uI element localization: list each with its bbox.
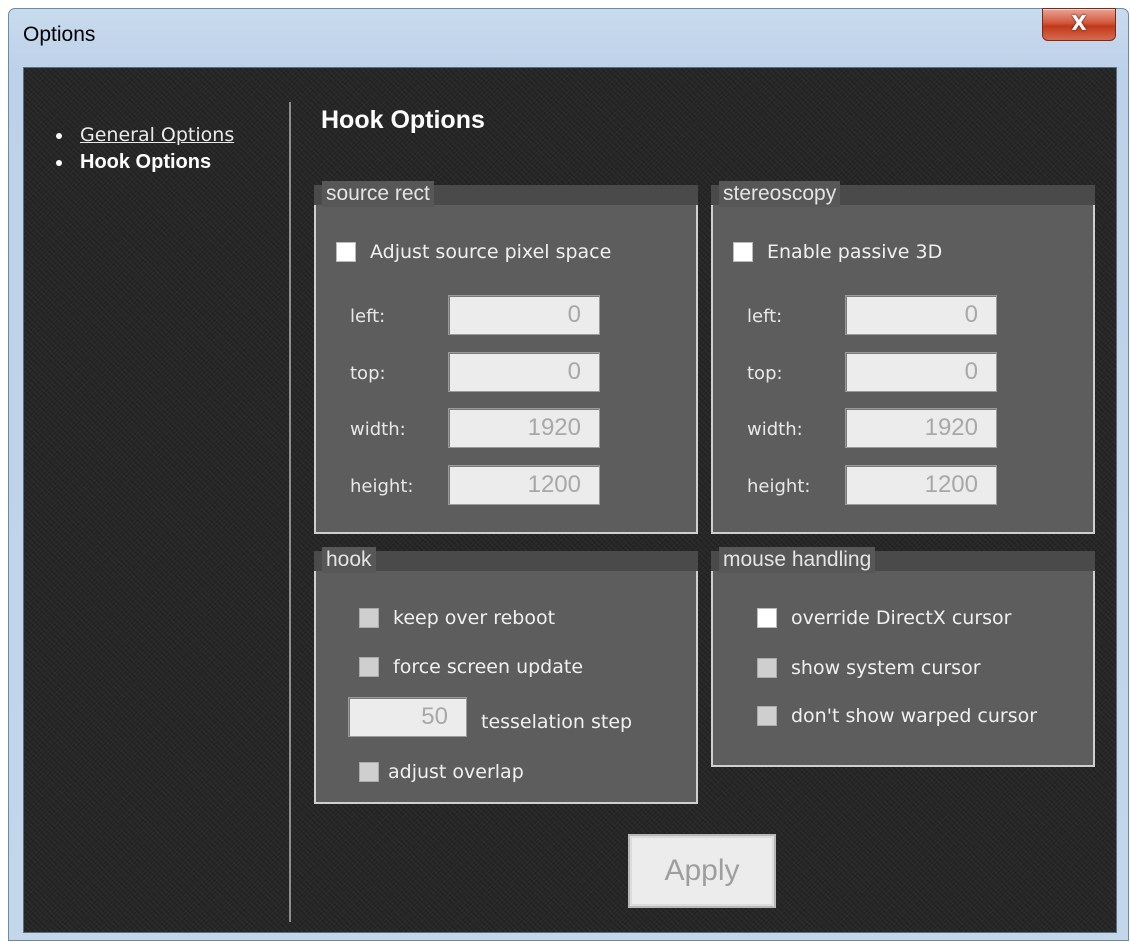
general-options-link[interactable]: General Options <box>80 124 234 146</box>
keep-over-reboot-row[interactable]: keep over reboot <box>359 607 555 629</box>
source-left-label: left: <box>350 306 386 327</box>
passive-3d-label: Enable passive 3D <box>767 241 943 263</box>
adjust-source-label: Adjust source pixel space <box>370 241 612 263</box>
stereo-left-label: left: <box>747 306 783 327</box>
window-title: Options <box>23 23 96 46</box>
override-cursor-checkbox[interactable] <box>757 608 777 628</box>
keep-over-reboot-checkbox[interactable] <box>359 608 379 628</box>
source-rect-legend: source rect <box>322 181 434 207</box>
hook-legend: hook <box>322 547 376 573</box>
sidebar-nav: General Options Hook Options <box>50 122 234 176</box>
hook-group: hook keep over reboot force screen updat… <box>314 547 698 804</box>
dont-show-warped-label: don't show warped cursor <box>791 705 1038 727</box>
options-window: Options X General Options Hook Options H… <box>8 8 1129 941</box>
tesselation-step-input[interactable]: 50 <box>348 697 467 737</box>
title-bar[interactable]: Options X <box>9 8 1128 67</box>
stereo-width-label: width: <box>747 419 803 440</box>
adjust-overlap-row[interactable]: adjust overlap <box>359 761 524 783</box>
passive-3d-row[interactable]: Enable passive 3D <box>733 241 942 263</box>
source-width-label: width: <box>350 419 406 440</box>
hook-options-current: Hook Options <box>80 151 212 173</box>
stereo-height-input[interactable]: 1200 <box>845 465 997 505</box>
tesselation-step-label: tesselation step <box>481 711 633 733</box>
override-cursor-label: override DirectX cursor <box>791 607 1012 629</box>
passive-3d-checkbox[interactable] <box>733 242 753 262</box>
stereo-top-label: top: <box>747 363 783 384</box>
source-rect-group: source rect Adjust source pixel space le… <box>314 181 698 534</box>
mouse-handling-group: mouse handling override DirectX cursor s… <box>711 547 1095 767</box>
show-system-cursor-row[interactable]: show system cursor <box>757 657 981 679</box>
sidebar-divider <box>289 102 291 922</box>
page-title: Hook Options <box>321 106 485 134</box>
close-icon: X <box>1071 11 1087 35</box>
dont-show-warped-checkbox[interactable] <box>757 706 777 726</box>
stereoscopy-legend: stereoscopy <box>719 181 841 207</box>
sidebar-item-hook-options: Hook Options <box>50 149 234 176</box>
override-cursor-row[interactable]: override DirectX cursor <box>757 607 1012 629</box>
force-screen-update-label: force screen update <box>393 656 584 678</box>
adjust-source-row[interactable]: Adjust source pixel space <box>336 241 611 263</box>
adjust-overlap-label: adjust overlap <box>388 761 524 783</box>
stereoscopy-group: stereoscopy Enable passive 3D left: 0 to… <box>711 181 1095 534</box>
force-screen-update-checkbox[interactable] <box>359 657 379 677</box>
stereo-left-input[interactable]: 0 <box>845 295 997 335</box>
keep-over-reboot-label: keep over reboot <box>393 607 556 629</box>
stereo-width-input[interactable]: 1920 <box>845 408 997 448</box>
client-area: General Options Hook Options Hook Option… <box>23 67 1117 933</box>
dont-show-warped-row[interactable]: don't show warped cursor <box>757 705 1037 727</box>
stereo-top-input[interactable]: 0 <box>845 352 997 392</box>
mouse-handling-legend: mouse handling <box>719 547 876 573</box>
apply-button[interactable]: Apply <box>628 834 776 908</box>
close-button[interactable]: X <box>1042 8 1116 41</box>
show-system-cursor-checkbox[interactable] <box>757 658 777 678</box>
sidebar-item-general-options[interactable]: General Options <box>50 122 234 149</box>
stereo-height-label: height: <box>747 476 811 497</box>
adjust-source-checkbox[interactable] <box>336 242 356 262</box>
force-screen-update-row[interactable]: force screen update <box>359 656 583 678</box>
source-height-input[interactable]: 1200 <box>448 465 600 505</box>
source-top-input[interactable]: 0 <box>448 352 600 392</box>
show-system-cursor-label: show system cursor <box>791 657 981 679</box>
source-left-input[interactable]: 0 <box>448 295 600 335</box>
source-top-label: top: <box>350 363 386 384</box>
adjust-overlap-checkbox[interactable] <box>359 762 379 782</box>
source-height-label: height: <box>350 476 414 497</box>
source-width-input[interactable]: 1920 <box>448 408 600 448</box>
